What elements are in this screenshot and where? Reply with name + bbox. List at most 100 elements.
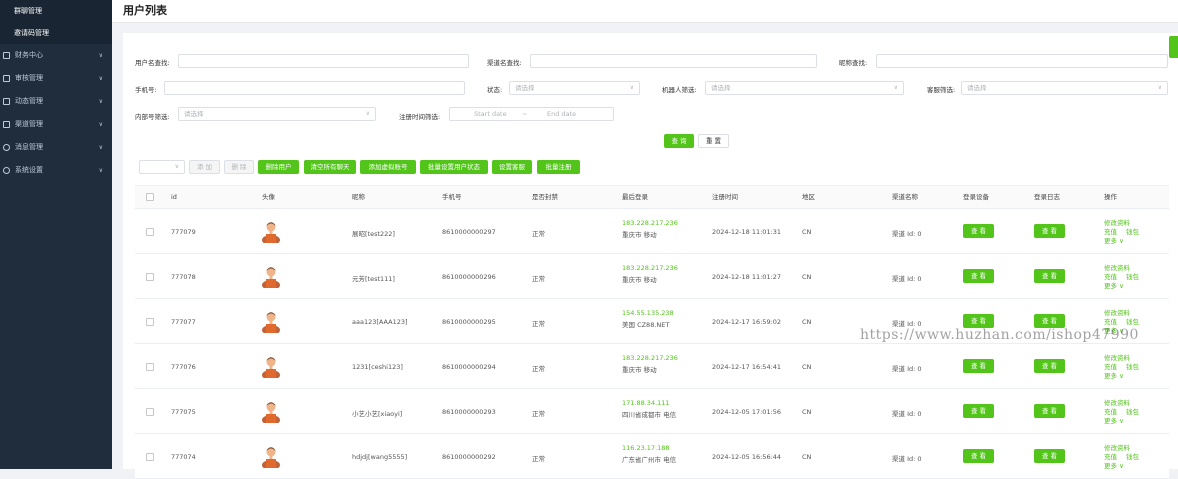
internal-select[interactable]: 请选择 ∨ — [178, 107, 376, 121]
view-log-button[interactable]: 查 看 — [1034, 269, 1065, 283]
sidebar-item-finance[interactable]: 财务中心 ∨ — [0, 44, 112, 67]
batch-set-status-button[interactable]: 批量设置用户状态 — [420, 160, 488, 174]
view-log-button[interactable]: 查 看 — [1034, 359, 1065, 373]
view-device-button[interactable]: 查 看 — [963, 449, 994, 463]
wallet-link[interactable]: 钱包 — [1126, 361, 1139, 371]
cell-banned: 正常 — [532, 455, 545, 463]
view-device-button[interactable]: 查 看 — [963, 404, 994, 418]
sidebar-subitem-invite-code[interactable]: 邀请码管理 — [0, 22, 112, 44]
delete-button[interactable]: 删 除 — [224, 160, 254, 174]
delete-user-button[interactable]: 删除用户 — [258, 160, 299, 174]
avatar — [262, 401, 280, 425]
wallet-link[interactable]: 钱包 — [1126, 226, 1139, 236]
wallet-link[interactable]: 钱包 — [1126, 316, 1139, 326]
avatar — [262, 266, 280, 290]
select-all-checkbox[interactable] — [146, 193, 154, 201]
chevron-down-icon: ∨ — [1119, 282, 1124, 290]
clear-all-chats-button[interactable]: 清空所有聊天 — [304, 160, 356, 174]
view-device-button[interactable]: 查 看 — [963, 359, 994, 373]
cell-id: 777076 — [171, 363, 196, 371]
batch-register-button[interactable]: 批量注册 — [537, 160, 580, 174]
start-date-input[interactable]: Start date — [474, 108, 507, 120]
main-content: 用户列表 用户名查找: 渠道名查找: 昵称查找: 手机号: 状态: 请选择 ∨ 机… — [112, 0, 1178, 479]
end-date-input[interactable]: End date — [547, 108, 576, 120]
cell-phone: 8610000000295 — [442, 318, 496, 326]
table-row: 777074 hdjdj[wang5555] 8610000000292 正常 116.… — [135, 434, 1169, 479]
sidebar-item-settings[interactable]: 系统设置 ∨ — [0, 159, 112, 182]
row-checkbox[interactable] — [146, 273, 154, 281]
status-filter-label: 状态: — [487, 86, 503, 94]
cell-phone: 8610000000297 — [442, 228, 496, 236]
chevron-down-icon: ∨ — [98, 144, 103, 151]
col-header-login-log: 登录日志 — [1034, 193, 1060, 201]
cell-banned: 正常 — [532, 230, 545, 238]
row-checkbox[interactable] — [146, 318, 154, 326]
chevron-down-icon: ∨ — [98, 167, 103, 174]
view-device-button[interactable]: 查 看 — [963, 224, 994, 238]
chevron-down-icon: ∨ — [174, 163, 179, 170]
cell-banned: 正常 — [532, 365, 545, 373]
add-button[interactable]: 添 加 — [189, 160, 220, 174]
cell-channel: 渠道 Id: 0 — [892, 410, 922, 418]
robot-select[interactable]: 请选择 ∨ — [705, 81, 904, 95]
reset-button[interactable]: 重 置 — [698, 134, 729, 148]
sidebar-item-label: 动态管理 — [15, 97, 43, 105]
row-checkbox[interactable] — [146, 408, 154, 416]
more-label: 更多 — [1104, 237, 1117, 245]
cell-channel: 渠道 Id: 0 — [892, 365, 922, 373]
internal-filter-label: 内部号筛选: — [135, 113, 170, 121]
cell-channel: 渠道 Id: 0 — [892, 275, 922, 283]
view-log-button[interactable]: 查 看 — [1034, 449, 1065, 463]
view-log-button[interactable]: 查 看 — [1034, 314, 1065, 328]
cell-regtime: 2024-12-05 16:56:44 — [712, 453, 782, 461]
sidebar-item-review[interactable]: 审核管理 ∨ — [0, 67, 112, 90]
chevron-down-icon: ∨ — [98, 75, 103, 82]
cell-last-login-location: 重庆市 移动 — [622, 276, 657, 284]
table-row: 777078 元芳[test111] 8610000000296 正常 183.228.… — [135, 254, 1169, 299]
view-device-button[interactable]: 查 看 — [963, 314, 994, 328]
batch-action-select[interactable]: ∨ — [139, 160, 185, 174]
wallet-link[interactable]: 钱包 — [1126, 406, 1139, 416]
sidebar-item-message[interactable]: 消息管理 ∨ — [0, 136, 112, 159]
status-select[interactable]: 请选择 ∨ — [509, 81, 640, 95]
channel-filter-label: 渠道名查找: — [487, 59, 522, 67]
row-checkbox[interactable] — [146, 228, 154, 236]
content-panel: 用户名查找: 渠道名查找: 昵称查找: 手机号: 状态: 请选择 ∨ 机器人筛选:… — [123, 33, 1178, 479]
search-button[interactable]: 查 询 — [664, 134, 694, 148]
regtime-filter-label: 注册时间筛选: — [399, 113, 441, 121]
col-header-banned: 是否封禁 — [532, 193, 558, 201]
channel-search-input[interactable] — [530, 54, 817, 68]
sidebar-item-channel[interactable]: 渠道管理 ∨ — [0, 113, 112, 136]
view-log-button[interactable]: 查 看 — [1034, 404, 1065, 418]
robot-filter-label: 机器人筛选: — [662, 86, 697, 94]
watermark-text: https://www.huzhan.com/ishop47990 — [860, 327, 1139, 343]
view-log-button[interactable]: 查 看 — [1034, 224, 1065, 238]
sidebar-item-label: 渠道管理 — [15, 120, 43, 128]
service-select-placeholder: 请选择 — [967, 84, 987, 92]
cell-last-login-ip: 154.55.135.238 — [622, 309, 674, 317]
more-dropdown[interactable]: 更多 ∨ — [1104, 280, 1124, 290]
sidebar-item-moments[interactable]: 动态管理 ∨ — [0, 90, 112, 113]
set-service-button[interactable]: 设置客服 — [492, 160, 532, 174]
phone-search-input[interactable] — [164, 81, 465, 95]
row-checkbox[interactable] — [146, 363, 154, 371]
wallet-link[interactable]: 钱包 — [1126, 271, 1139, 281]
cell-banned: 正常 — [532, 320, 545, 328]
username-search-input[interactable] — [178, 54, 469, 68]
view-device-button[interactable]: 查 看 — [963, 269, 994, 283]
cell-last-login-location: 广东省广州市 电信 — [622, 456, 677, 464]
cell-last-login-ip: 171.88.34.111 — [622, 399, 670, 407]
add-virtual-account-button[interactable]: 添加虚拟账号 — [360, 160, 416, 174]
cell-regtime: 2024-12-17 16:54:41 — [712, 363, 782, 371]
wallet-link[interactable]: 钱包 — [1126, 451, 1139, 461]
side-float-tab[interactable] — [1169, 36, 1178, 58]
regtime-range-picker[interactable]: Start date ~ End date — [449, 107, 614, 121]
more-dropdown[interactable]: 更多 ∨ — [1104, 415, 1124, 425]
more-dropdown[interactable]: 更多 ∨ — [1104, 370, 1124, 380]
more-dropdown[interactable]: 更多 ∨ — [1104, 235, 1124, 245]
avatar — [262, 221, 280, 245]
nickname-search-input[interactable] — [876, 54, 1168, 68]
row-checkbox[interactable] — [146, 453, 154, 461]
service-select[interactable]: 请选择 ∨ — [961, 81, 1168, 95]
sidebar-subitem-group-chat[interactable]: 群聊管理 — [0, 0, 112, 22]
